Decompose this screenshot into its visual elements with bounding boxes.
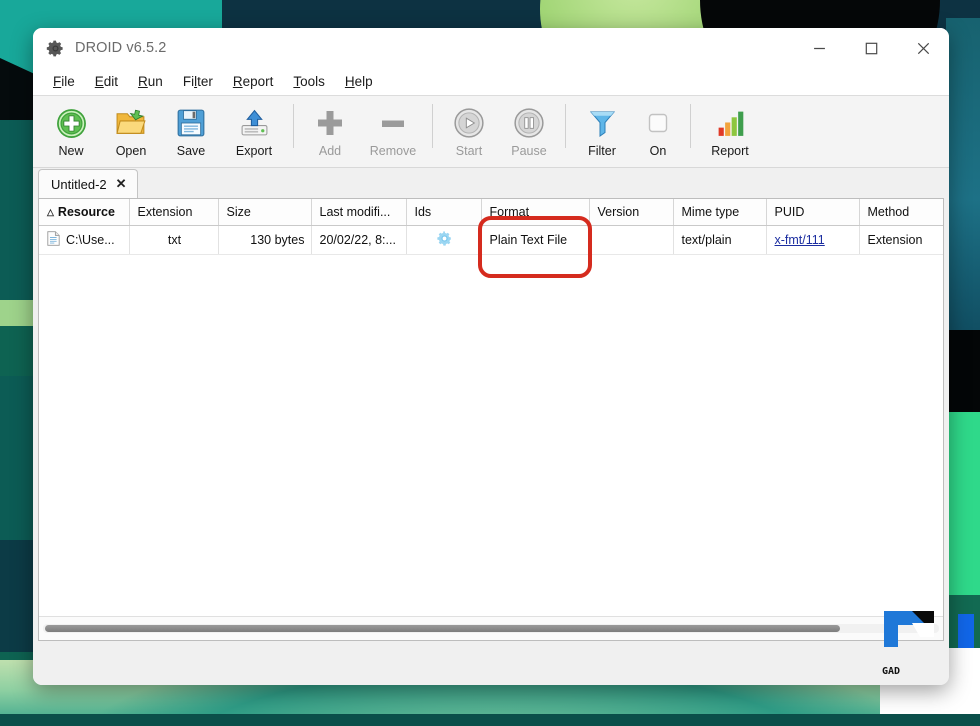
scrollbar-track[interactable]: [43, 624, 939, 633]
toolbar-separator-4: [690, 104, 691, 148]
bar-chart-icon: [715, 104, 746, 142]
cell-ids[interactable]: [406, 225, 482, 255]
column-header-extension[interactable]: Extension: [129, 199, 219, 226]
window-title: DROID v6.5.2: [75, 40, 167, 56]
table-row[interactable]: C:\Use... txt 130 bytes 20/02/22, 8:...: [39, 225, 943, 255]
column-header-version[interactable]: Version: [589, 199, 674, 226]
cell-puid[interactable]: x-fmt/111: [766, 225, 860, 255]
cell-size[interactable]: 130 bytes: [218, 225, 312, 255]
bg-bottom-edge: [0, 714, 980, 726]
pause-icon: [513, 104, 545, 142]
open-button[interactable]: Open: [101, 102, 161, 158]
column-header-ids[interactable]: Ids: [406, 199, 482, 226]
export-button-label: Export: [235, 144, 273, 158]
column-header-method[interactable]: Method: [859, 199, 943, 226]
toolbar-separator-1: [293, 104, 294, 148]
checkbox-icon: [647, 104, 669, 142]
minus-icon: [378, 104, 408, 142]
status-bar: [33, 641, 949, 685]
tab-close-icon[interactable]: ✕: [116, 176, 127, 192]
table-header-row: △ Resource Extension Size Last modifi... …: [39, 199, 943, 226]
menu-item-help[interactable]: Help: [335, 72, 383, 91]
new-button-label: New: [58, 144, 84, 158]
tab-untitled-2[interactable]: Untitled-2 ✕: [38, 169, 138, 198]
puid-link[interactable]: x-fmt/111: [775, 233, 825, 247]
column-header-resource[interactable]: △ Resource: [39, 199, 130, 226]
watermark-logo: GAD: [878, 605, 946, 679]
cell-resource-text: C:\Use...: [66, 232, 115, 247]
tab-label: Untitled-2: [51, 176, 107, 192]
play-icon: [453, 104, 485, 142]
column-header-mime-type[interactable]: Mime type: [673, 199, 767, 226]
document-icon: [47, 230, 60, 249]
cell-mime-type[interactable]: text/plain: [673, 225, 767, 255]
column-header-resource-label: Resource: [57, 204, 115, 219]
remove-button-label: Remove: [369, 144, 417, 158]
add-button-label: Add: [318, 144, 342, 158]
column-header-last-modified[interactable]: Last modifi...: [311, 199, 407, 226]
menu-item-edit[interactable]: Edit: [85, 72, 128, 91]
scrollbar-thumb[interactable]: [45, 625, 840, 632]
open-folder-icon: [115, 104, 148, 142]
save-button-label: Save: [176, 144, 206, 158]
toolbar: New Open Save Export Add Remove Start Pa…: [33, 96, 949, 168]
horizontal-scrollbar[interactable]: [39, 616, 943, 640]
cell-method[interactable]: Extension: [859, 225, 943, 255]
menu-item-run[interactable]: Run: [128, 72, 173, 91]
menu-item-filter[interactable]: Filter: [173, 72, 223, 91]
filter-on-toggle[interactable]: On: [632, 102, 684, 158]
column-header-puid[interactable]: PUID: [766, 199, 860, 226]
plus-icon: [315, 104, 345, 142]
toolbar-separator-2: [432, 104, 433, 148]
watermark-text: GAD: [882, 666, 901, 677]
title-bar: DROID v6.5.2: [33, 28, 949, 68]
pause-button-label: Pause: [511, 144, 547, 158]
cell-version[interactable]: [589, 225, 674, 255]
sort-ascending-icon: △: [47, 206, 54, 217]
start-button-label: Start: [455, 144, 483, 158]
export-button[interactable]: Export: [221, 102, 287, 158]
blue-gear-icon: [436, 230, 453, 250]
menu-bar: File Edit Run Filter Report Tools Help: [33, 68, 949, 96]
droid-application-window: DROID v6.5.2 File Edit Run Filter Report…: [33, 28, 949, 685]
cell-extension[interactable]: txt: [129, 225, 219, 255]
new-profile-icon: [55, 104, 88, 142]
desktop-background: DROID v6.5.2 File Edit Run Filter Report…: [0, 0, 980, 726]
filter-button[interactable]: Filter: [572, 102, 632, 158]
export-upload-icon: [239, 104, 270, 142]
window-controls: [793, 28, 949, 68]
add-button[interactable]: Add: [300, 102, 360, 158]
minimize-button[interactable]: [793, 28, 845, 68]
save-floppy-icon: [176, 104, 206, 142]
close-button[interactable]: [897, 28, 949, 68]
pause-button[interactable]: Pause: [499, 102, 559, 158]
maximize-button[interactable]: [845, 28, 897, 68]
cell-last-modified[interactable]: 20/02/22, 8:...: [311, 225, 407, 255]
column-header-size[interactable]: Size: [218, 199, 312, 226]
start-button[interactable]: Start: [439, 102, 499, 158]
bg-right-blue-panel: [946, 18, 980, 348]
results-table-container: △ Resource Extension Size Last modifi... …: [38, 198, 944, 641]
column-header-format[interactable]: Format: [481, 199, 590, 226]
gear-icon: [45, 38, 65, 58]
funnel-icon: [588, 104, 617, 142]
cell-resource[interactable]: C:\Use...: [39, 225, 130, 255]
open-button-label: Open: [115, 144, 147, 158]
remove-button[interactable]: Remove: [360, 102, 426, 158]
filter-button-label: Filter: [588, 144, 616, 158]
tab-strip: Untitled-2 ✕: [33, 168, 949, 198]
menu-item-tools[interactable]: Tools: [283, 72, 335, 91]
cell-format[interactable]: Plain Text File: [481, 225, 590, 255]
filter-on-label: On: [649, 144, 667, 158]
menu-item-report[interactable]: Report: [223, 72, 284, 91]
menu-item-file[interactable]: File: [43, 72, 85, 91]
report-button-label: Report: [711, 144, 749, 158]
new-button[interactable]: New: [41, 102, 101, 158]
save-button[interactable]: Save: [161, 102, 221, 158]
report-button[interactable]: Report: [697, 102, 763, 158]
results-table: △ Resource Extension Size Last modifi... …: [39, 199, 943, 255]
toolbar-separator-3: [565, 104, 566, 148]
